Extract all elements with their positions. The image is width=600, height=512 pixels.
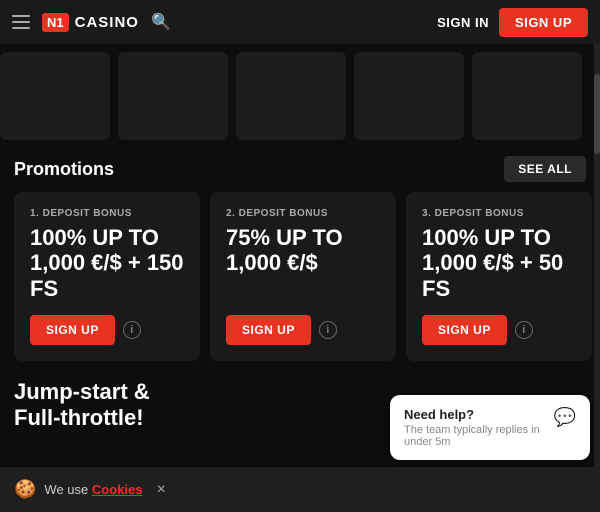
banner-thumb-1[interactable] [0, 52, 110, 140]
sign-up-button[interactable]: SIGN UP [499, 8, 588, 37]
promotions-header: Promotions SEE ALL [0, 148, 600, 192]
scrollbar-thumb [594, 74, 600, 154]
promo-card-2: 2. DEPOSIT BONUS 75% UP TO1,000 €/$ SIGN… [210, 192, 396, 361]
promo-actions-3: SIGN UP i [422, 315, 576, 345]
search-icon[interactable]: 🔍 [151, 12, 171, 32]
chat-text-block: Need help? The team typically replies in… [404, 407, 554, 448]
chat-bubble-icon: 💬 [554, 407, 576, 428]
chat-header: Need help? The team typically replies in… [404, 407, 576, 448]
promotions-title: Promotions [14, 159, 114, 180]
promo-actions-2: SIGN UP i [226, 315, 380, 345]
promo-card-3: 3. DEPOSIT BONUS 100% UP TO1,000 €/$ + 5… [406, 192, 592, 361]
chat-title: Need help? [404, 407, 554, 422]
cookies-link[interactable]: Cookies [92, 482, 143, 497]
promo-deposit-label-2: 2. DEPOSIT BONUS [226, 208, 380, 219]
hamburger-icon[interactable] [12, 15, 30, 29]
sign-in-button[interactable]: SIGN IN [437, 15, 489, 30]
promo-signup-button-1[interactable]: SIGN UP [30, 315, 115, 345]
info-icon-2[interactable]: i [319, 321, 337, 339]
banner-thumb-3[interactable] [236, 52, 346, 140]
promo-deposit-label-3: 3. DEPOSIT BONUS [422, 208, 576, 219]
promo-amount-2: 75% UP TO1,000 €/$ [226, 225, 380, 276]
see-all-button[interactable]: SEE ALL [504, 156, 586, 182]
cookie-text: We use Cookies [44, 482, 142, 497]
banner-thumb-5[interactable] [472, 52, 582, 140]
cookie-icon: 🍪 [14, 479, 36, 500]
banner-thumb-4[interactable] [354, 52, 464, 140]
cookie-close-button[interactable]: × [156, 481, 165, 499]
header-right: SIGN IN SIGN UP [437, 8, 588, 37]
header: N1 CASINO 🔍 SIGN IN SIGN UP [0, 0, 600, 44]
promo-card-1: 1. DEPOSIT BONUS 100% UP TO1,000 €/$ + 1… [14, 192, 200, 361]
logo-wrapper: N1 CASINO [42, 13, 139, 32]
cookie-bar: 🍪 We use Cookies × [0, 467, 600, 512]
chat-widget[interactable]: Need help? The team typically replies in… [390, 395, 590, 460]
promo-amount-3: 100% UP TO1,000 €/$ + 50 FS [422, 225, 576, 301]
logo-casino: CASINO [75, 14, 139, 31]
promo-amount-1: 100% UP TO1,000 €/$ + 150 FS [30, 225, 184, 301]
banner-thumb-2[interactable] [118, 52, 228, 140]
chat-subtitle: The team typically replies in under 5m [404, 424, 554, 448]
info-icon-1[interactable]: i [123, 321, 141, 339]
logo-n1: N1 [42, 13, 69, 32]
promo-signup-button-2[interactable]: SIGN UP [226, 315, 311, 345]
promo-actions-1: SIGN UP i [30, 315, 184, 345]
scrollbar[interactable] [594, 44, 600, 512]
header-left: N1 CASINO 🔍 [12, 12, 171, 32]
promo-cards: 1. DEPOSIT BONUS 100% UP TO1,000 €/$ + 1… [0, 192, 600, 361]
promo-signup-button-3[interactable]: SIGN UP [422, 315, 507, 345]
info-icon-3[interactable]: i [515, 321, 533, 339]
promo-deposit-label-1: 1. DEPOSIT BONUS [30, 208, 184, 219]
banner-strip [0, 44, 600, 148]
